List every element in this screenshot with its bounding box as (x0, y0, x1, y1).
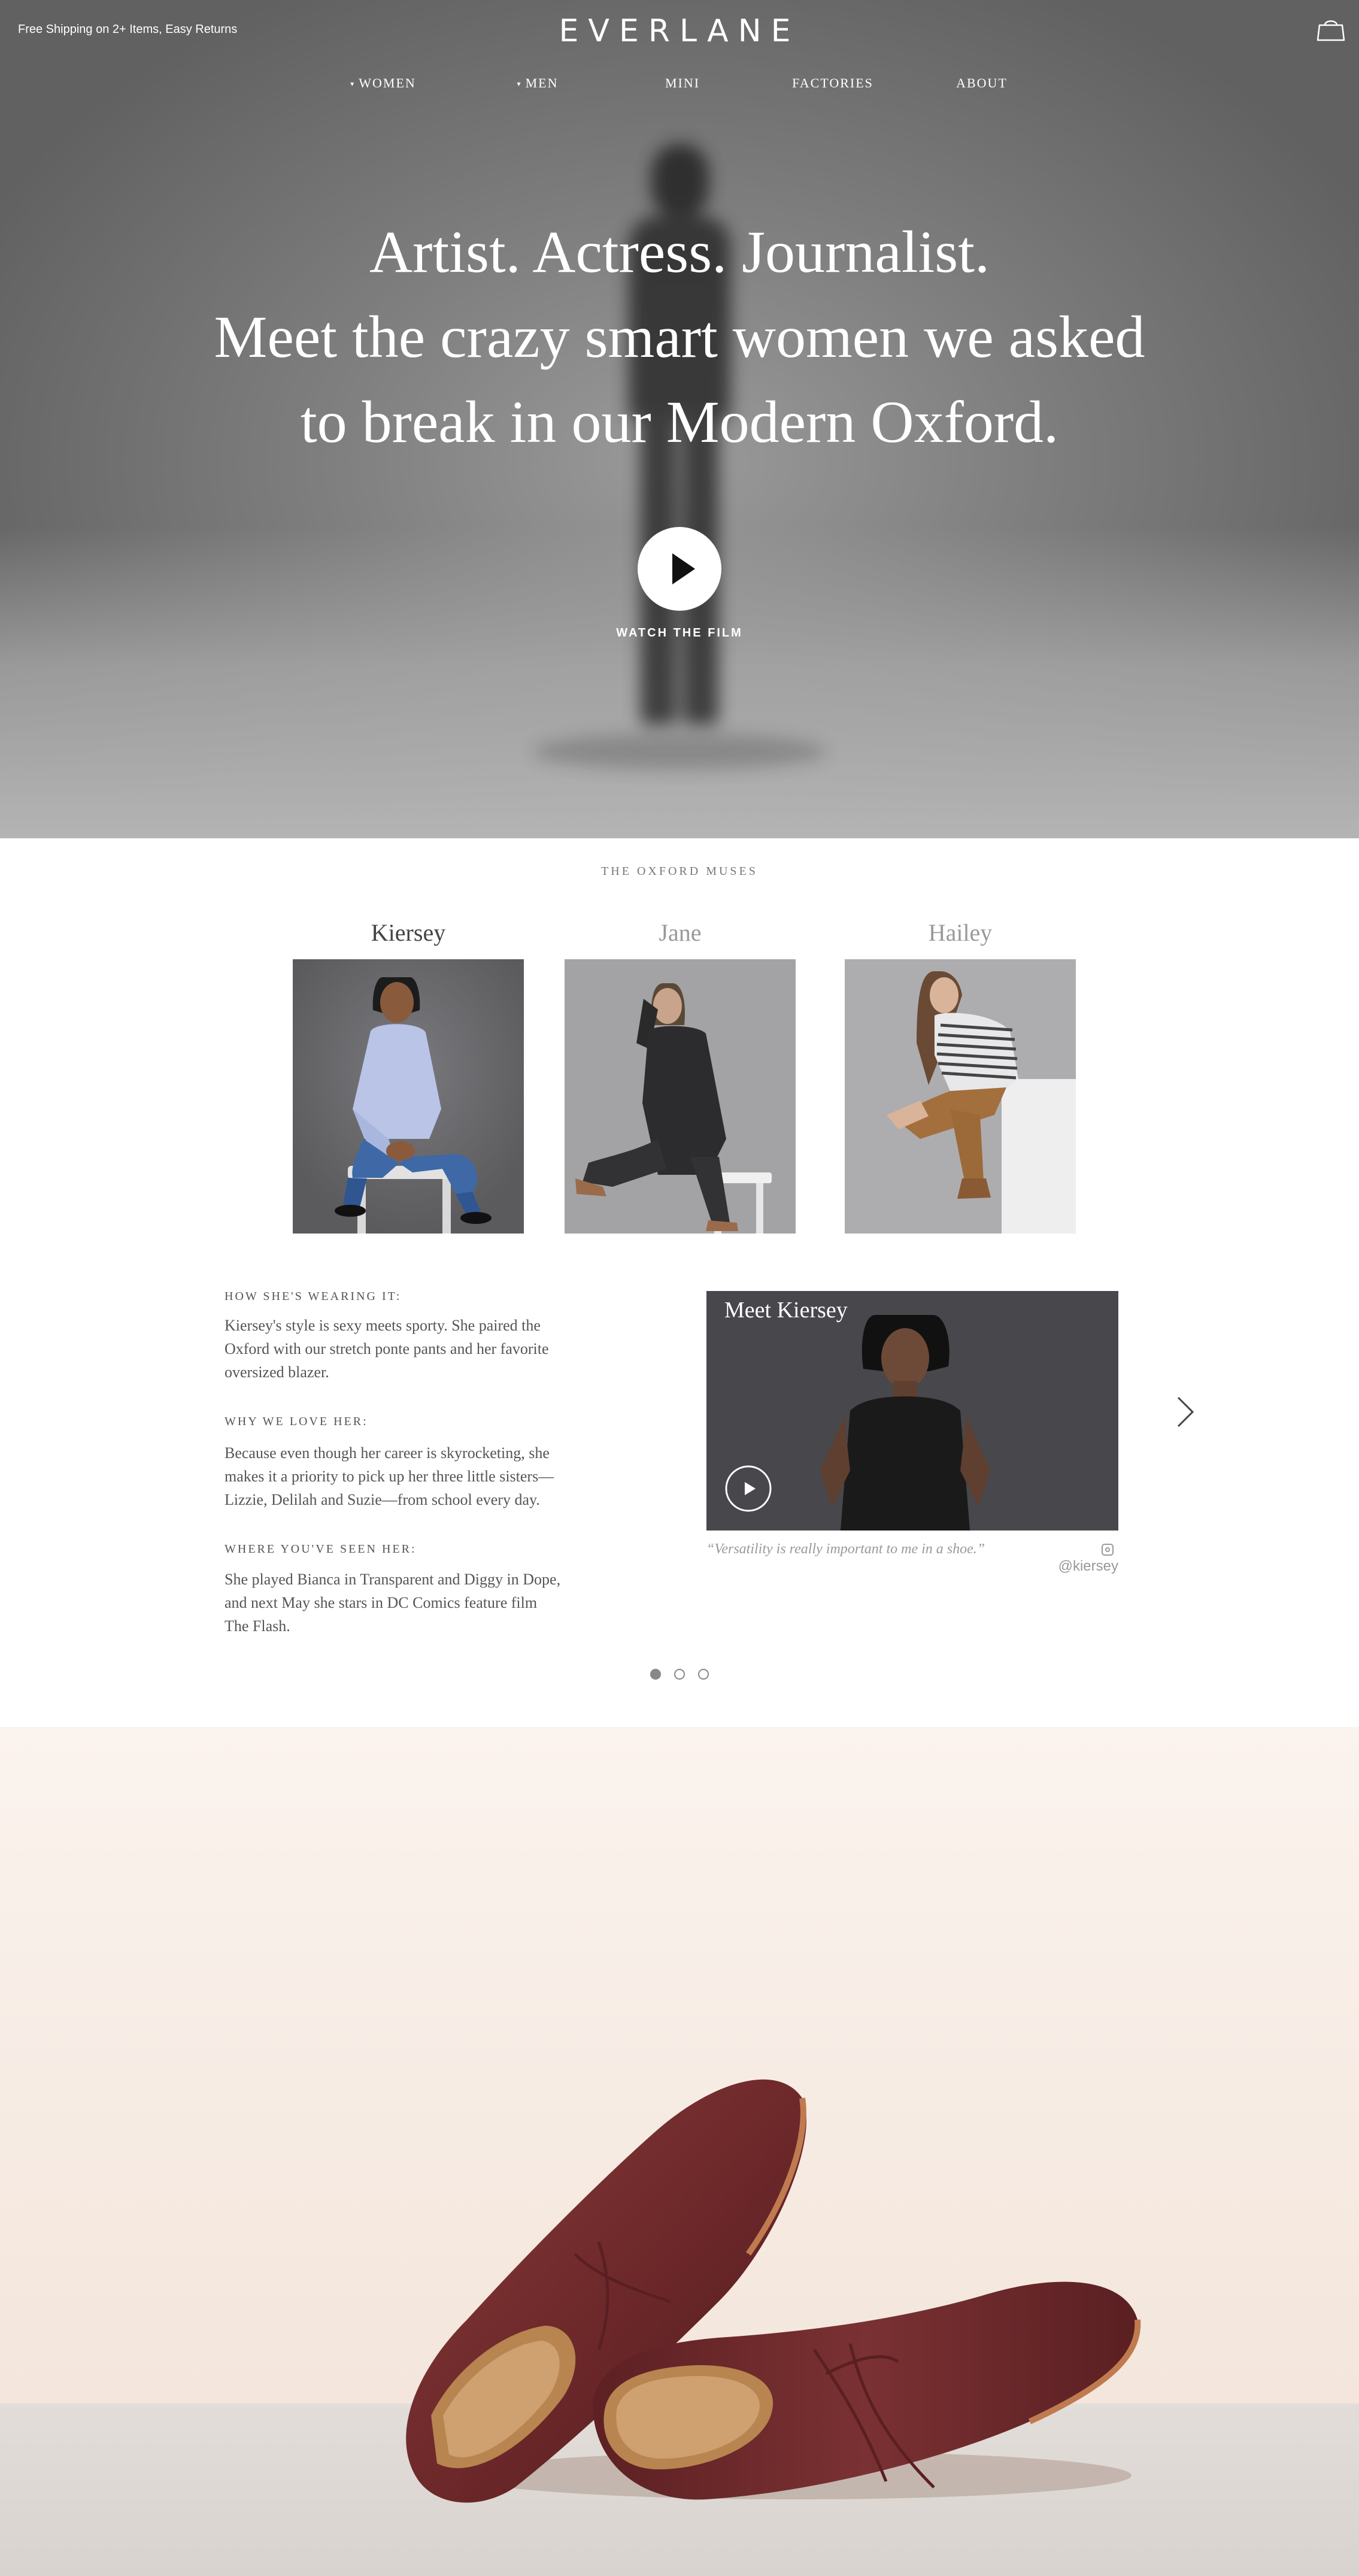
nav-about-label: ABOUT (956, 75, 1008, 90)
nav-women[interactable]: ▾ WOMEN (332, 75, 434, 91)
oxford-shoes-hero (0, 1727, 1359, 2576)
muse-tab-kiersey[interactable]: Kiersey (293, 919, 524, 947)
seen-line: and next May she stars in DC Comics feat… (225, 1594, 538, 1611)
meet-kiersey-video[interactable]: Meet Kiersey (706, 1291, 1118, 1531)
nav-about[interactable]: ABOUT (931, 75, 1033, 91)
seen-heading: WHERE YOU'VE SEEN HER: (225, 1542, 417, 1556)
watch-film-play-button[interactable] (638, 527, 721, 611)
hero-section: Free Shipping on 2+ Items, Easy Returns … (0, 0, 1359, 838)
nav-men-label: MEN (525, 75, 559, 90)
wearing-line: oversized blazer. (225, 1363, 329, 1381)
seen-text: She played Bianca in Transparent and Dig… (225, 1568, 614, 1638)
muse-photo-jane[interactable] (565, 959, 796, 1234)
seen-line: The Flash. (225, 1617, 290, 1635)
carousel-dot-2[interactable] (674, 1669, 685, 1680)
oxford-shoes-image (406, 2079, 1141, 2503)
nav-men[interactable]: ▾ MEN (487, 75, 589, 91)
watch-film-link[interactable]: WATCH THE FILM (0, 626, 1359, 640)
chevron-right-icon[interactable] (1173, 1395, 1197, 1429)
love-line: Because even though her career is skyroc… (225, 1444, 550, 1462)
hero-line-1: Artist. Actress. Journalist. (369, 219, 990, 285)
love-line: makes it a priority to pick up her three… (225, 1468, 554, 1485)
carousel-dot-1[interactable] (650, 1669, 661, 1680)
wearing-line: Kiersey's style is sexy meets sporty. Sh… (225, 1317, 541, 1334)
play-icon (725, 1465, 772, 1512)
muse-quote: “Versatility is really important to me i… (706, 1541, 985, 1557)
instagram-handle: @kiersey (1058, 1558, 1118, 1574)
nav-factories-label: FACTORIES (792, 75, 873, 90)
nav-factories[interactable]: FACTORIES (782, 75, 884, 91)
video-play-button[interactable] (724, 1465, 772, 1513)
nav-women-label: WOMEN (359, 75, 416, 90)
hero-line-2: Meet the crazy smart women we asked (214, 304, 1145, 370)
love-heading: WHY WE LOVE HER: (225, 1415, 368, 1428)
wearing-line: Oxford with our stretch ponte pants and … (225, 1340, 549, 1357)
hero-heading: Artist. Actress. Journalist. Meet the cr… (0, 210, 1359, 465)
video-title: Meet Kiersey (724, 1298, 848, 1323)
wearing-heading: HOW SHE'S WEARING IT: (225, 1290, 402, 1303)
nav-mini-label: MINI (665, 75, 700, 90)
wearing-text: Kiersey's style is sexy meets sporty. Sh… (225, 1314, 614, 1384)
instagram-handle-link[interactable]: @kiersey (1042, 1541, 1118, 1575)
muse-photo-hailey[interactable] (845, 959, 1076, 1234)
main-nav: ▾ WOMEN ▾ MEN MINI FACTORIES ABOUT (0, 75, 1359, 93)
muse-tab-jane[interactable]: Jane (565, 919, 796, 947)
carousel-dots (650, 1669, 710, 1681)
hero-line-3: to break in our Modern Oxford. (300, 389, 1059, 455)
seen-line: She played Bianca in Transparent and Dig… (225, 1571, 561, 1588)
instagram-icon (1102, 1544, 1114, 1556)
everlane-logo[interactable]: EVERLANE (0, 13, 1359, 49)
carousel-dot-3[interactable] (698, 1669, 709, 1680)
muse-tab-hailey[interactable]: Hailey (845, 919, 1076, 947)
play-icon (672, 553, 695, 584)
muses-section-label: THE OXFORD MUSES (601, 865, 758, 878)
love-line: Lizzie, Delilah and Suzie—from school ev… (225, 1491, 540, 1508)
shopping-bag-icon[interactable] (1316, 18, 1346, 42)
nav-mini[interactable]: MINI (632, 75, 733, 91)
muse-photo-kiersey[interactable] (293, 959, 524, 1234)
love-text: Because even though her career is skyroc… (225, 1441, 614, 1511)
caret-down-icon: ▾ (517, 80, 522, 89)
caret-down-icon: ▾ (350, 80, 356, 89)
